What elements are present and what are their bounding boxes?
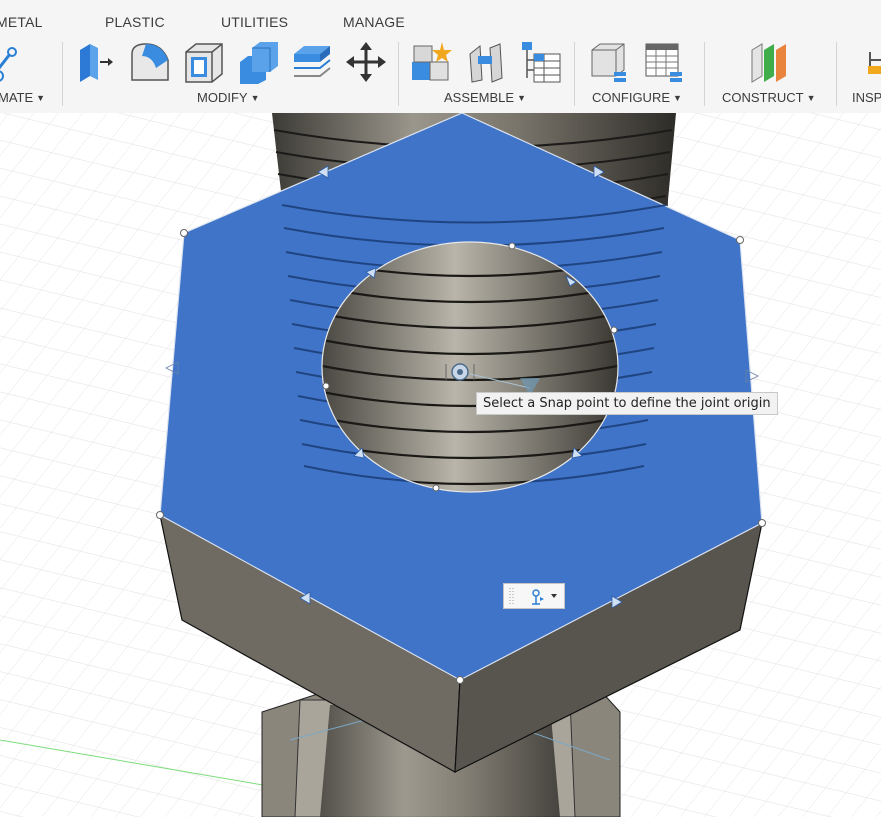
create-tool-icon[interactable] [0, 42, 18, 86]
configure-icon[interactable] [588, 40, 632, 84]
offset-plane-icon[interactable] [748, 40, 792, 84]
offset-face-icon[interactable] [290, 40, 334, 84]
construct-group-label[interactable]: CONSTRUCT ▼ [722, 90, 816, 105]
toolbar: METAL PLASTIC UTILITIES MANAGE MATE ▼ MOD… [0, 0, 881, 114]
model-scene[interactable] [0, 113, 881, 817]
move-icon[interactable] [344, 40, 388, 84]
tab-sheet-metal[interactable]: METAL [0, 14, 43, 30]
inspect-group-label[interactable]: INSP [852, 90, 881, 105]
component-tree-icon[interactable] [518, 40, 562, 84]
press-pull-icon[interactable] [74, 40, 118, 84]
joint-origin-mode-icon [532, 589, 544, 605]
chevron-down-icon [551, 594, 557, 598]
canvas-viewport[interactable]: Select a Snap point to define the joint … [0, 113, 881, 817]
combine-icon[interactable] [236, 40, 280, 84]
assemble-group-label[interactable]: ASSEMBLE ▼ [444, 90, 526, 105]
fillet-icon[interactable] [128, 40, 172, 84]
tab-utilities[interactable]: UTILITIES [221, 14, 288, 30]
shell-icon[interactable] [182, 40, 226, 84]
tab-plastic[interactable]: PLASTIC [105, 14, 165, 30]
joint-mini-toolbar[interactable] [503, 583, 565, 609]
tab-manage[interactable]: MANAGE [343, 14, 405, 30]
joint-icon[interactable] [464, 40, 508, 84]
create-group-label[interactable]: MATE ▼ [0, 90, 45, 105]
snap-point-tooltip: Select a Snap point to define the joint … [476, 392, 778, 415]
configure-group-label[interactable]: CONFIGURE ▼ [592, 90, 682, 105]
grip-icon [509, 588, 514, 604]
new-component-icon[interactable] [410, 40, 454, 84]
modify-group-label[interactable]: MODIFY ▼ [197, 90, 259, 105]
configuration-table-icon[interactable] [642, 40, 686, 84]
measure-icon[interactable] [866, 40, 881, 84]
